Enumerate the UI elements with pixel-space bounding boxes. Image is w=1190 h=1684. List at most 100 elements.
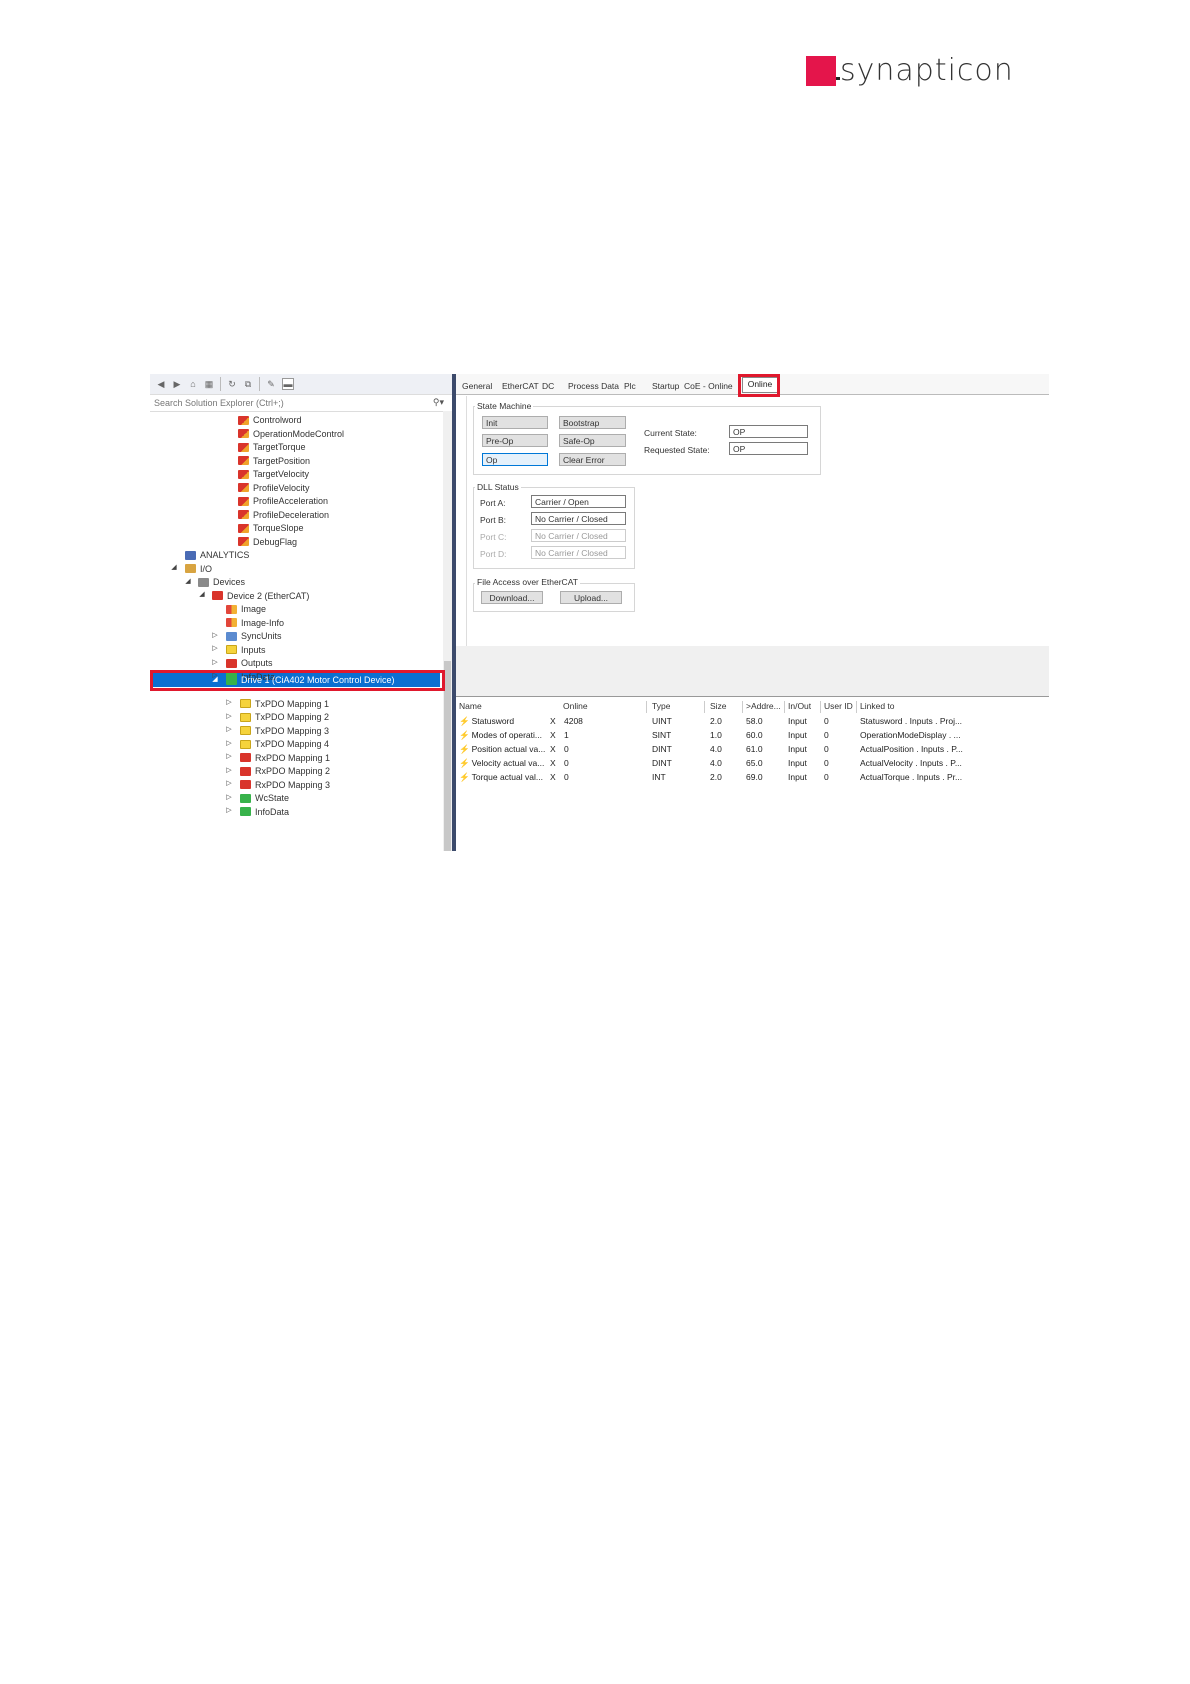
col-address[interactable]: >Addre...: [746, 701, 781, 711]
tree-item-label: SyncUnits: [241, 631, 282, 641]
col-size[interactable]: Size: [710, 701, 727, 711]
clear-error-button[interactable]: Clear Error: [559, 453, 626, 466]
tree-item-rxpdo-2[interactable]: RxPDO Mapping 2: [240, 764, 330, 778]
tree-item-txpdo-2[interactable]: TxPDO Mapping 2: [240, 710, 329, 724]
init-button[interactable]: Init: [482, 416, 548, 429]
collapsed-arrow-icon[interactable]: ▷: [225, 766, 233, 774]
collapsed-arrow-icon[interactable]: ▷: [225, 779, 233, 787]
preview-icon[interactable]: ▬: [282, 378, 294, 390]
tree-item-controlword[interactable]: Controlword: [238, 413, 302, 427]
tree-item-profileacceleration[interactable]: ProfileAcceleration: [238, 494, 328, 508]
switch-views-icon[interactable]: ▦: [204, 379, 214, 389]
tree-item-torqueslope[interactable]: TorqueSlope: [238, 521, 304, 535]
tab-coe-online[interactable]: CoE - Online: [684, 381, 733, 391]
tree-item-devices[interactable]: Devices: [198, 575, 245, 589]
row-linked-to: ActualTorque . Inputs . Pr...: [860, 772, 963, 782]
tree-item-image[interactable]: Image: [226, 602, 266, 616]
col-type[interactable]: Type: [652, 701, 670, 711]
col-name[interactable]: Name: [459, 701, 482, 711]
collapsed-arrow-icon[interactable]: ▷: [225, 725, 233, 733]
tab-startup[interactable]: Startup: [652, 381, 679, 391]
scrollbar-thumb[interactable]: [444, 661, 451, 851]
tree-scrollbar[interactable]: [443, 411, 452, 851]
tree-item-outputs[interactable]: Outputs: [226, 656, 273, 670]
home-icon[interactable]: ⌂: [188, 379, 198, 389]
tab-ethercat[interactable]: EtherCAT: [502, 381, 539, 391]
pending-changes-icon[interactable]: ↻: [227, 379, 237, 389]
collapsed-arrow-icon[interactable]: ▷: [211, 644, 219, 652]
collapsed-arrow-icon[interactable]: ▷: [225, 806, 233, 814]
table-row[interactable]: ⚡ Velocity actual va... X 0 DINT 4.0 65.0…: [456, 756, 1049, 770]
back-icon[interactable]: ◀: [156, 379, 166, 389]
bootstrap-button[interactable]: Bootstrap: [559, 416, 626, 429]
tab-plc[interactable]: Plc: [624, 381, 636, 391]
output-var-icon: [238, 415, 249, 425]
tree-item-targetvelocity[interactable]: TargetVelocity: [238, 467, 309, 481]
properties-wrench-icon[interactable]: ✎: [266, 379, 276, 389]
tree-item-io[interactable]: I/O: [185, 562, 212, 576]
expand-arrow-icon[interactable]: ◢: [184, 577, 192, 585]
solution-explorer-toolbar: ◀ ▶ ⌂ ▦ ↻ ⧉ ✎ ▬: [150, 374, 454, 395]
tree-item-targetposition[interactable]: TargetPosition: [238, 454, 310, 468]
tab-general[interactable]: General: [462, 381, 492, 391]
tree-item-infodata-2[interactable]: InfoData: [240, 805, 289, 819]
port-b-field: No Carrier / Closed: [531, 512, 626, 525]
col-linked-to[interactable]: Linked to: [860, 701, 895, 711]
preop-button[interactable]: Pre-Op: [482, 434, 548, 447]
collapsed-arrow-icon[interactable]: ▷: [225, 712, 233, 720]
search-solution-explorer-input[interactable]: Search Solution Explorer (Ctrl+;) ⚲▾: [150, 395, 454, 412]
tree-item-targettorque[interactable]: TargetTorque: [238, 440, 306, 454]
col-online[interactable]: Online: [563, 701, 588, 711]
col-user-id[interactable]: User ID: [824, 701, 853, 711]
tree-item-label: Outputs: [241, 658, 273, 668]
table-row[interactable]: ⚡ Position actual va... X 0 DINT 4.0 61.0…: [456, 742, 1049, 756]
collapsed-arrow-icon[interactable]: ▷: [211, 631, 219, 639]
tab-dc[interactable]: DC: [542, 381, 554, 391]
col-in-out[interactable]: In/Out: [788, 701, 811, 711]
tab-process-data[interactable]: Process Data: [568, 381, 619, 391]
row-flag: X: [550, 772, 556, 782]
ethercat-device-icon: [212, 591, 223, 600]
tree-item-txpdo-4[interactable]: TxPDO Mapping 4: [240, 737, 329, 751]
column-divider: [820, 701, 821, 713]
tree-item-inputs[interactable]: Inputs: [226, 643, 266, 657]
row-user-id: 0: [824, 772, 829, 782]
table-row[interactable]: ⚡ Statusword X 4208 UINT 2.0 58.0 Input 0…: [456, 714, 1049, 728]
tree-item-label: Devices: [213, 577, 246, 587]
tree-item-wcstate[interactable]: WcState: [240, 791, 289, 805]
download-button[interactable]: Download...: [481, 591, 543, 604]
tree-item-syncunits[interactable]: SyncUnits: [226, 629, 282, 643]
collapsed-arrow-icon[interactable]: ▷: [225, 752, 233, 760]
forward-icon[interactable]: ▶: [172, 379, 182, 389]
tree-item-operationmodecontrol[interactable]: OperationModeControl: [238, 427, 344, 441]
search-icon[interactable]: ⚲▾: [433, 397, 444, 408]
tree-item-rxpdo-1[interactable]: RxPDO Mapping 1: [240, 751, 330, 765]
table-row[interactable]: ⚡ Torque actual val... X 0 INT 2.0 69.0 I…: [456, 770, 1049, 784]
op-button[interactable]: Op: [482, 453, 548, 466]
tree-item-analytics[interactable]: ANALYTICS: [185, 548, 249, 562]
collapsed-arrow-icon[interactable]: ▷: [225, 793, 233, 801]
tree-item-profilevelocity[interactable]: ProfileVelocity: [238, 481, 310, 495]
input-variable-icon: ⚡: [459, 744, 470, 754]
row-name: Position actual va...: [471, 744, 546, 754]
tree-item-image-info[interactable]: Image-Info: [226, 616, 284, 630]
collapsed-arrow-icon[interactable]: ▷: [225, 698, 233, 706]
row-online: 0: [564, 758, 569, 768]
tree-item-txpdo-3[interactable]: TxPDO Mapping 3: [240, 724, 329, 738]
expand-arrow-icon[interactable]: ◢: [170, 563, 178, 571]
wcstate-icon: [240, 793, 251, 803]
collapse-all-icon[interactable]: ⧉: [243, 379, 253, 389]
txpdo-icon: [240, 726, 251, 735]
safeop-button[interactable]: Safe-Op: [559, 434, 626, 447]
expand-arrow-icon[interactable]: ◢: [198, 590, 206, 598]
row-size: 4.0: [710, 758, 722, 768]
table-row[interactable]: ⚡ Modes of operati... X 1 SINT 1.0 60.0 I…: [456, 728, 1049, 742]
upload-button[interactable]: Upload...: [560, 591, 622, 604]
tree-item-debugflag[interactable]: DebugFlag: [238, 535, 297, 549]
tree-item-txpdo-1[interactable]: TxPDO Mapping 1: [240, 697, 329, 711]
collapsed-arrow-icon[interactable]: ▷: [225, 739, 233, 747]
tree-item-device-2[interactable]: Device 2 (EtherCAT): [212, 589, 309, 603]
collapsed-arrow-icon[interactable]: ▷: [211, 658, 219, 666]
tree-item-rxpdo-3[interactable]: RxPDO Mapping 3: [240, 778, 330, 792]
tree-item-profiledeceleration[interactable]: ProfileDeceleration: [238, 508, 329, 522]
